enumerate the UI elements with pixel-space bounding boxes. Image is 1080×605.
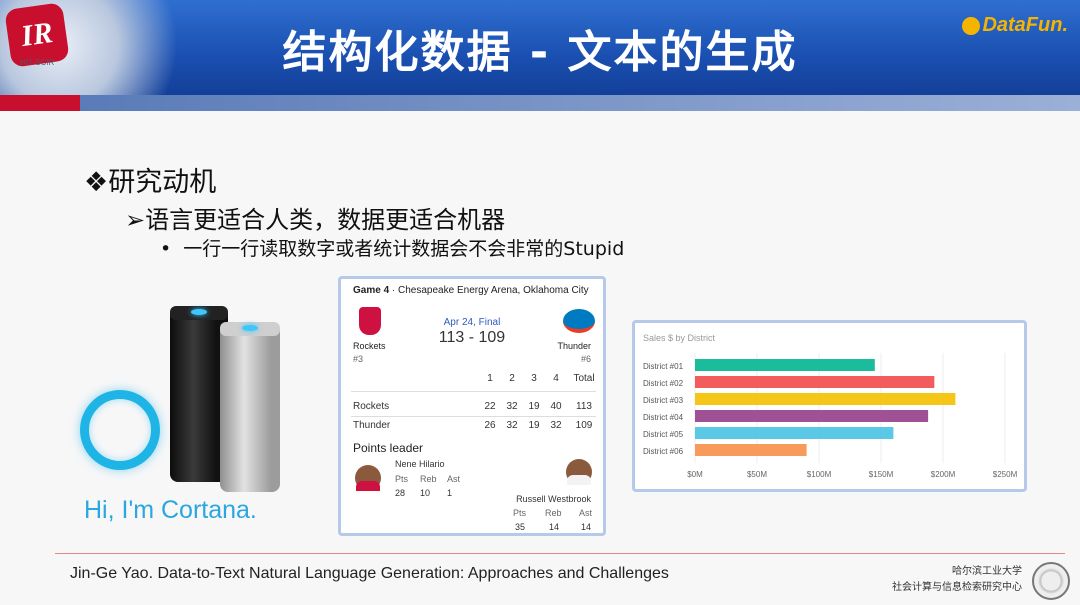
row-team: Rockets [353,401,390,412]
row-score: 19 [528,401,540,412]
quarter-header: 3 [531,373,537,384]
stat-value: 14 [581,522,592,532]
heading-motivation: ❖研究动机 [84,167,217,198]
row-score: 40 [550,401,562,412]
header-bar: IR HIT-SCIR 结构化数据 - 文本的生成 DataFun. [0,0,1080,95]
game-score-card: Game 4 · Chesapeake Energy Arena, Oklaho… [338,276,606,536]
stat-label: Pts [513,508,527,518]
x-tick-label: $100M [807,470,832,479]
quarter-header: 4 [553,373,559,384]
school-line1: 哈尔滨工业大学 [952,566,1022,577]
stat-label: Pts [395,474,409,484]
datafun-logo-text: DataFun. [982,14,1068,36]
stat-value: 28 [395,488,406,498]
y-tick-label: District #04 [643,413,684,422]
stat-label: Ast [579,508,593,518]
bullet-text: 一行一行读取数字或者统计数据会不会非常的Stupid [183,238,625,260]
quarter-header: Total [573,373,595,384]
away-team-name: Thunder [557,341,591,351]
row-score: 32 [506,420,518,431]
chart-title: Sales $ by District [643,333,716,343]
row-team: Thunder [353,420,391,431]
game-header: Game 4 · Chesapeake Energy Arena, Oklaho… [353,285,589,296]
footer-divider [55,553,1065,554]
x-tick-label: $250M [993,470,1018,479]
speaker-silver-image [220,322,280,492]
stat-label: Reb [545,508,562,518]
cortana-ring-icon [80,390,160,470]
x-tick-label: $0M [687,470,703,479]
subheading-language: ➢语言更适合人类，数据更适合机器 [125,206,506,234]
stat-value: 10 [420,488,431,498]
row-score: 109 [575,420,593,431]
stat-value: 1 [447,488,453,498]
stat-label: Ast [447,474,461,484]
away-team-seed: #6 [580,354,591,364]
y-tick-label: District #03 [643,396,684,405]
leader-name: Russell Westbrook [516,494,591,504]
bar [695,359,875,371]
row-score: 113 [576,401,592,412]
x-tick-label: $200M [931,470,956,479]
bar [695,444,807,456]
y-tick-label: District #02 [643,379,684,388]
home-team-name: Rockets [353,341,386,351]
divider [351,391,596,392]
x-tick-label: $50M [747,470,767,479]
slide-title: 结构化数据 - 文本的生成 [282,27,798,78]
stat-value: 14 [549,522,560,532]
y-tick-label: District #06 [643,447,684,456]
school-name: 哈尔滨工业大学 社会计算与信息检索研究中心 [892,564,1022,596]
bar [695,427,894,439]
row-score: 32 [550,420,562,431]
footer-citation: Jin-Ge Yao. Data-to-Text Natural Languag… [70,565,669,582]
stat-label: Reb [420,474,437,484]
home-team-seed: #3 [353,354,364,364]
header-band-blue [80,95,1080,111]
game-label: Game 4 [353,285,390,296]
sales-bar-chart: Sales $ by District $0M $50M $100M $150M $200… [632,320,1027,492]
leader-name: Nene Hilario [395,459,445,469]
quarter-header: 2 [509,373,515,384]
row-score: 26 [484,420,496,431]
university-seal-icon [1032,562,1070,600]
game-date: Apr 24, Final [443,317,501,328]
bar [695,410,929,422]
bar [695,393,956,405]
cortana-greeting: Hi, I'm Cortana. [84,496,257,524]
header-band-red [0,95,80,111]
divider [351,416,596,417]
row-score: 22 [484,401,496,412]
points-leader-label: Points leader [353,441,424,455]
player-avatar [355,465,381,491]
datafun-logo: DataFun. [962,14,1068,37]
school-line2: 社会计算与信息检索研究中心 [892,582,1022,593]
game-venue: · Chesapeake Energy Arena, Oklahoma City [389,285,589,296]
stat-value: 35 [515,522,526,532]
quarter-header: 1 [487,373,493,384]
player-avatar [566,459,592,485]
row-score: 32 [506,401,518,412]
datafun-dot-icon [962,16,981,35]
bullet-stupid: • 一行一行读取数字或者统计数据会不会非常的Stupid [160,238,625,260]
row-score: 19 [528,420,540,431]
y-tick-label: District #05 [643,430,684,439]
x-tick-label: $150M [869,470,894,479]
y-tick-label: District #01 [643,362,684,371]
bar [695,376,935,388]
bar-chart-svg: Sales $ by District $0M $50M $100M $150M $200… [643,333,1018,479]
